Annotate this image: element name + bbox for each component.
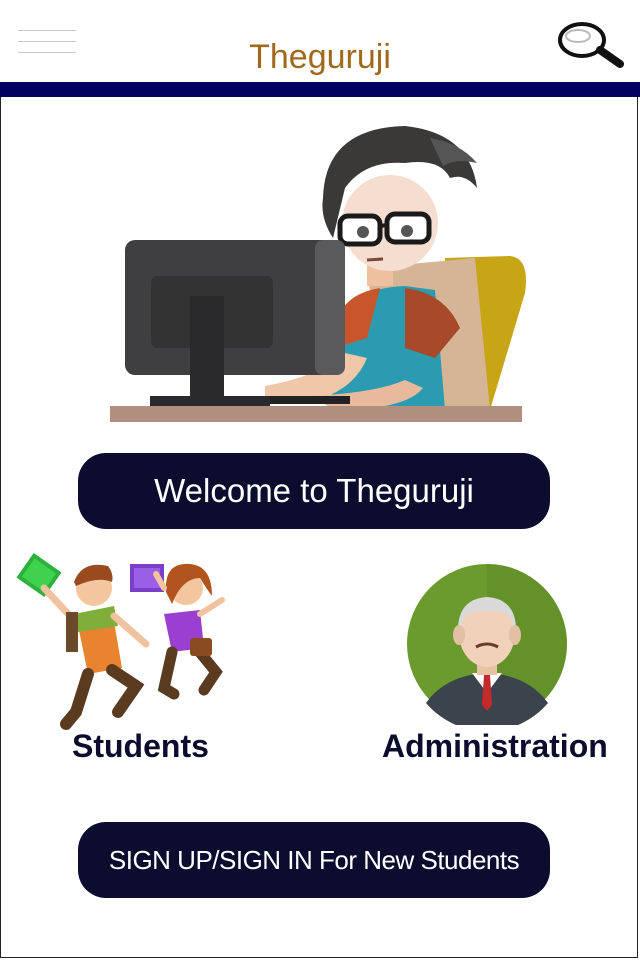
search-icon[interactable] xyxy=(556,20,624,70)
top-bar: Theguruji xyxy=(0,0,640,82)
app-title: Theguruji xyxy=(249,38,391,76)
welcome-button[interactable]: Welcome to Theguruji xyxy=(78,453,550,529)
student-at-computer-illustration xyxy=(110,126,526,422)
students-label[interactable]: Students xyxy=(72,728,209,765)
administrator-avatar-illustration[interactable] xyxy=(406,563,568,725)
administration-label[interactable]: Administration xyxy=(382,728,608,765)
students-jumping-illustration[interactable] xyxy=(14,548,232,732)
signup-signin-button[interactable]: SIGN UP/SIGN IN For New Students xyxy=(78,822,550,898)
header-accent-bar xyxy=(0,82,640,97)
